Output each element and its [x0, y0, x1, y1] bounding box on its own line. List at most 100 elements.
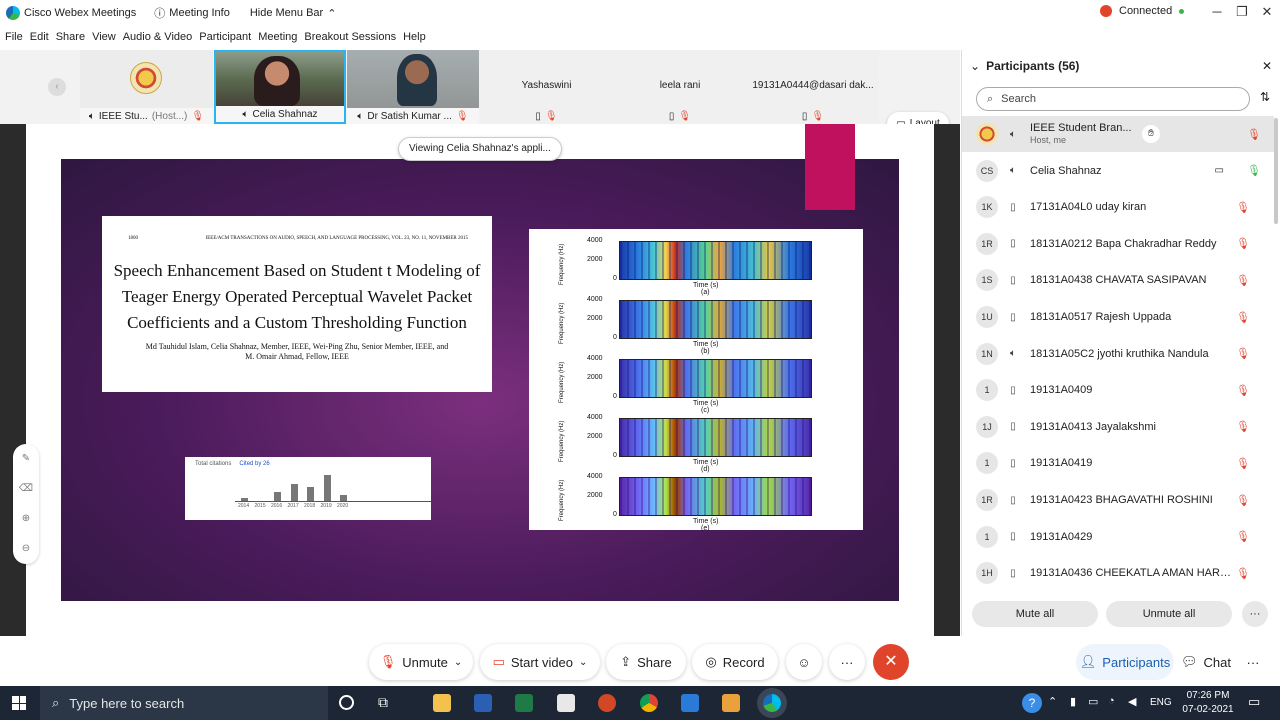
participant-row[interactable]: 1U ▯ 18131A0517 Rajesh Uppada 🎙︎ — [962, 299, 1274, 335]
file-explorer-icon[interactable] — [433, 694, 451, 712]
menu-share[interactable]: Share — [56, 31, 85, 43]
video-strip: ‹ 🔈︎ IEEE Stu... (Host...) 🎙︎ 🔈︎ Celia Shahn… — [0, 50, 960, 136]
panel-options-button[interactable]: ··· — [1242, 601, 1268, 627]
zoom-out-icon[interactable]: ⊖ — [13, 534, 39, 564]
participant-row[interactable]: 1R ▯ 19131A0423 BHAGAVATHI ROSHINI 🎙︎ — [962, 482, 1274, 518]
participant-row[interactable]: 1K ▯ 17131A04L0 uday kiran 🎙︎ — [962, 189, 1274, 225]
video-tile-host[interactable]: 🔈︎ IEEE Stu... (Host...) 🎙︎ — [80, 50, 213, 124]
participant-row[interactable]: 🔈︎ IEEE Student Bran... Host, me ✋︎ 🎙︎ — [962, 116, 1274, 152]
maximize-button[interactable]: ❐ — [1229, 0, 1255, 24]
chevron-down-icon: ⌄ — [453, 656, 463, 668]
participant-row[interactable]: 1H ▯ 19131A0436 CHEEKATLA AMAN HARS... 🎙︎ — [962, 555, 1274, 591]
menu-meeting[interactable]: Meeting — [258, 31, 297, 43]
close-window-button[interactable]: ✕ — [1254, 0, 1280, 24]
participant-name: 19131A0429 — [1030, 530, 1093, 543]
menu-participant[interactable]: Participant — [199, 31, 251, 43]
record-button[interactable]: ◎ Record — [692, 644, 778, 680]
taskbar-search-input[interactable]: ⌕ Type here to search — [40, 686, 328, 720]
video-tile-satish[interactable]: 🔈︎ Dr Satish Kumar ... 🎙︎ — [347, 50, 479, 124]
paper-header-image: 1800 IEEE/ACM TRANSACTIONS ON AUDIO, SPEE… — [102, 216, 492, 392]
participant-name: 19131A0419 — [1030, 457, 1093, 470]
avatar: 1K — [976, 196, 998, 219]
spectrogram-ytick: 0 — [613, 275, 617, 282]
menu-file[interactable]: File — [5, 31, 23, 43]
hide-menu-bar-button[interactable]: Hide Menu Bar ⌃ — [250, 7, 337, 20]
participant-row[interactable]: 1N 🔈︎ 18131A05C2 jyothi kruthika Nandula 🎙︎ — [962, 336, 1274, 372]
participant-row[interactable]: 1R ▯ 18131A0212 Bapa Chakradhar Reddy 🎙︎ — [962, 226, 1274, 262]
webex-taskbar-icon[interactable] — [763, 694, 781, 712]
unmute-button[interactable]: 🎙︎ Unmute ⌄ — [369, 644, 473, 680]
windows-start-icon[interactable] — [12, 696, 26, 710]
notifications-icon[interactable]: ▭ — [1248, 694, 1260, 710]
chat-button[interactable]: 💬︎ Chat — [1178, 644, 1234, 680]
menu-edit[interactable]: Edit — [30, 31, 49, 43]
eraser-icon[interactable]: ⌫ — [13, 474, 39, 504]
clock[interactable]: 07:26 PM 07-02-2021 — [1178, 689, 1238, 717]
share-button[interactable]: ⇪ Share — [606, 644, 686, 680]
chrome-icon[interactable] — [640, 694, 658, 712]
connected-dot-icon — [1179, 8, 1185, 14]
strip-prev-button[interactable]: ‹ — [48, 78, 66, 96]
menu-breakout[interactable]: Breakout Sessions — [304, 31, 396, 43]
spectrogram-ylabel: Frequency (Hz) — [559, 302, 565, 344]
excel-icon[interactable] — [515, 694, 533, 712]
citation-year-label: 2019 — [320, 503, 332, 509]
leave-meeting-button[interactable]: ✕ — [873, 644, 909, 680]
phone-icon: ▯ — [1010, 457, 1016, 469]
participant-row[interactable]: CS 🔈︎ Celia Shahnaz ▭ 🎙︎ — [962, 153, 1274, 189]
video-tile-celia[interactable]: 🔈︎ Celia Shahnaz — [214, 50, 346, 124]
meeting-info-button[interactable]: ⓘ Meeting Info — [154, 5, 230, 21]
shared-screen: 1800 IEEE/ACM TRANSACTIONS ON AUDIO, SPEE… — [26, 124, 934, 636]
store-icon[interactable] — [557, 694, 575, 712]
participants-search-input[interactable]: ⌕ Search — [976, 87, 1250, 111]
task-view-icon[interactable]: ⧉ — [378, 694, 388, 711]
participant-name: 19131A0423 BHAGAVATHI ROSHINI — [1030, 494, 1213, 506]
minimize-button[interactable]: ─ — [1204, 0, 1230, 24]
video-tile-leela[interactable]: leela rani ▯ 🎙︎ — [614, 50, 746, 124]
help-icon[interactable]: ? — [1022, 693, 1042, 713]
cortana-icon[interactable] — [339, 695, 354, 710]
audio-icon: 🔈︎ — [88, 110, 95, 122]
word-icon[interactable] — [474, 694, 492, 712]
avatar: 1R — [976, 232, 998, 255]
pen-icon[interactable]: ✎ — [13, 444, 39, 474]
panel-more-button[interactable]: ··· — [1238, 644, 1268, 680]
participant-row[interactable]: 1 ▯ 19131A0419 🎙︎ — [962, 445, 1274, 481]
record-icon: ◎ — [705, 654, 717, 669]
video-tile-19131a0444[interactable]: 19131A0444@dasari dak... ▯ 🎙︎ — [747, 50, 879, 124]
tray-chevron-icon[interactable]: ⌃ — [1048, 695, 1057, 708]
zoom-in-icon[interactable]: ⊕ — [13, 504, 39, 534]
list-scrollbar[interactable] — [1274, 118, 1278, 224]
participant-row[interactable]: 1 ▯ 19131A0409 🎙︎ — [962, 372, 1274, 408]
participants-button[interactable]: 👤︎ Participants — [1076, 644, 1174, 680]
menu-help[interactable]: Help — [403, 31, 426, 43]
mute-all-button[interactable]: Mute all — [972, 601, 1098, 627]
more-options-button[interactable]: ··· — [829, 644, 865, 680]
citations-chart: Total citations Cited by 26 2014 2015 2016 2… — [185, 457, 431, 520]
menu-audio-video[interactable]: Audio & Video — [123, 31, 193, 43]
participant-row[interactable]: 1J ▯ 19131A0413 Jayalakshmi 🎙︎ — [962, 409, 1274, 445]
spectrogram-ytick: 2000 — [587, 315, 603, 322]
close-panel-icon[interactable]: ✕ — [1262, 59, 1272, 73]
raise-hand-icon[interactable]: ✋︎ — [1142, 125, 1160, 143]
language-indicator[interactable]: ENG — [1150, 697, 1172, 708]
windows-taskbar: ⌕ Type here to search ⧉ ? ⌃ ▮ ▭ ◔ ◀︎ ENG … — [0, 686, 1280, 720]
reactions-button[interactable]: ☺ — [786, 644, 822, 680]
start-video-button[interactable]: ▭ Start video ⌄ — [480, 644, 600, 680]
participant-row[interactable]: 1 ▯ 19131A0429 🎙︎ — [962, 519, 1274, 555]
media-player-icon[interactable] — [722, 694, 740, 712]
webex-logo-icon — [6, 6, 20, 20]
sort-icon[interactable]: ⇅ — [1260, 90, 1270, 104]
spectrogram-xlabel: Time (s) — [693, 400, 719, 407]
participant-name: IEEE Student Bran... Host, me — [1030, 122, 1132, 145]
muted-mic-icon: 🎙︎ — [1236, 311, 1250, 324]
participant-name: 18131A05C2 jyothi kruthika Nandula — [1030, 347, 1209, 360]
collapse-chevron-icon[interactable]: ⌄ — [970, 59, 980, 73]
unmute-all-button[interactable]: Unmute all — [1106, 601, 1232, 627]
menu-view[interactable]: View — [92, 31, 116, 43]
speaker-video-image — [254, 56, 300, 106]
mail-icon[interactable] — [681, 694, 699, 712]
participant-row[interactable]: 1S ▯ 18131A0438 CHAVATA SASIPAVAN 🎙︎ — [962, 262, 1274, 298]
video-tile-yashaswini[interactable]: Yashaswini ▯ 🎙︎ — [480, 50, 613, 124]
powerpoint-icon[interactable] — [598, 694, 616, 712]
